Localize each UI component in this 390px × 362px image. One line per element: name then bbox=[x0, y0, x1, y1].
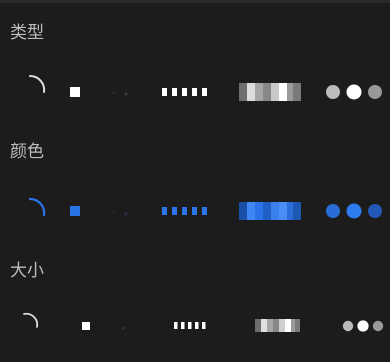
color-spinner-arc-option[interactable] bbox=[20, 193, 50, 223]
dashes-icon bbox=[162, 207, 207, 215]
size-spinner-arc-option[interactable] bbox=[22, 311, 42, 331]
spinner-arc-icon bbox=[23, 312, 39, 328]
type-spinner-arc-option[interactable] bbox=[20, 70, 50, 100]
type-square-option[interactable] bbox=[70, 87, 80, 97]
color-three-dots-option[interactable] bbox=[325, 202, 383, 220]
type-dashes-option[interactable] bbox=[162, 88, 210, 98]
size-three-dots-option[interactable] bbox=[342, 319, 384, 333]
color-dashes-option[interactable] bbox=[162, 207, 210, 217]
square-icon bbox=[70, 87, 80, 97]
gradient-bars-icon bbox=[239, 202, 301, 220]
square-icon bbox=[82, 322, 90, 330]
color-gradient-bars-option[interactable] bbox=[239, 202, 301, 220]
type-three-dots-option[interactable] bbox=[325, 83, 383, 101]
top-divider bbox=[0, 0, 390, 3]
dashes-icon bbox=[174, 322, 206, 329]
size-square-option[interactable] bbox=[82, 322, 90, 330]
spinner-arc-icon bbox=[28, 197, 46, 217]
type-gradient-bars-option[interactable] bbox=[239, 83, 301, 101]
section-label-type: 类型 bbox=[10, 23, 44, 43]
color-square-option[interactable] bbox=[70, 206, 80, 216]
square-icon bbox=[70, 206, 80, 216]
three-dots-icon bbox=[326, 203, 382, 219]
size-gradient-bars-option[interactable] bbox=[255, 319, 300, 332]
spinner-arc-icon bbox=[29, 74, 46, 93]
fading-dots-icon bbox=[112, 91, 128, 96]
size-dots-fading-option[interactable] bbox=[116, 323, 132, 331]
section-label-size: 大小 bbox=[10, 261, 44, 281]
gradient-bars-icon bbox=[255, 319, 300, 332]
three-dots-icon bbox=[342, 320, 384, 332]
color-dots-fading-option[interactable] bbox=[110, 207, 134, 217]
gradient-bars-icon bbox=[239, 83, 301, 101]
section-label-color: 颜色 bbox=[10, 142, 44, 162]
three-dots-icon bbox=[326, 84, 382, 100]
type-dots-fading-option[interactable] bbox=[110, 88, 134, 98]
fading-dots-icon bbox=[121, 326, 125, 330]
size-dashes-option[interactable] bbox=[174, 322, 210, 330]
dashes-icon bbox=[162, 88, 207, 96]
fading-dots-icon bbox=[112, 210, 128, 216]
